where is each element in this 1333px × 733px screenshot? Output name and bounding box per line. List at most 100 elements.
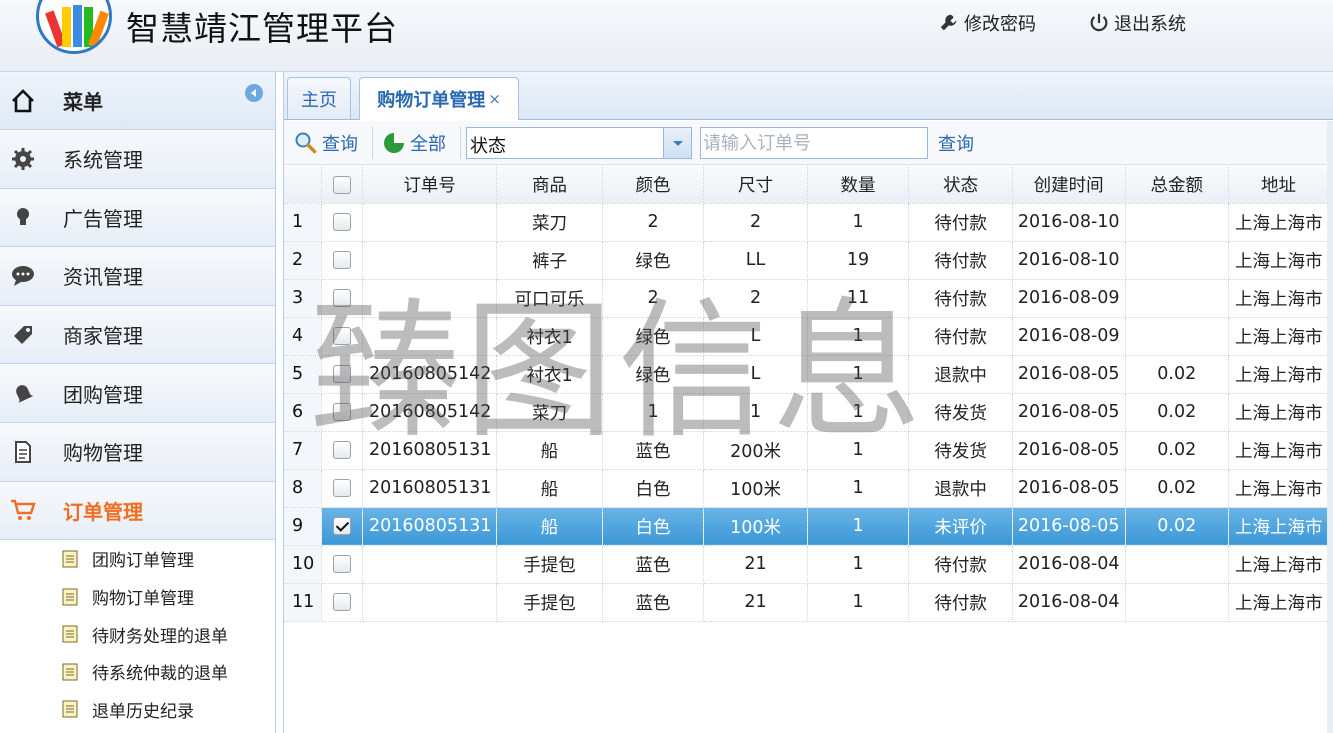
logout-button[interactable]: 退出系统 [1088, 10, 1186, 36]
app-header: 智慧靖江管理平台 修改密码 退出系统 [0, 0, 1333, 72]
sidebar-item-label: 订单管理 [63, 499, 143, 524]
table-row[interactable]: 5 20160805142 衬衣1 绿色 L 1 退款中 2016-08-05 0.02 上海上海… [284, 355, 1329, 394]
table-row[interactable]: 6 20160805142 菜刀 1 1 1 待发货 2016-08-05 0.02 上海上海市 [284, 393, 1329, 432]
order-number-cell [362, 203, 498, 242]
color-cell: 绿色 [602, 241, 705, 280]
size-cell: 2 [703, 279, 808, 318]
status-cell: 退款中 [908, 355, 1013, 394]
toolbar-divider [460, 127, 461, 159]
chevron-down-icon[interactable] [663, 128, 691, 158]
column-header[interactable]: 商品 [496, 167, 603, 204]
quantity-cell: 1 [807, 393, 910, 432]
row-number: 6 [284, 393, 323, 432]
table-row[interactable]: 3 可口可乐 2 2 11 待付款 2016-08-09 上海上海市 [284, 279, 1329, 318]
change-password-button[interactable]: 修改密码 [938, 10, 1036, 36]
total-amount-cell: 0.02 [1125, 355, 1230, 394]
row-checkbox-cell [321, 279, 363, 318]
table-row[interactable]: 9 20160805131 船白色 100米 1 未评价 2016-08-05 0.02 上海上… [284, 507, 1329, 546]
row-checkbox[interactable] [333, 555, 352, 573]
show-all-button[interactable]: 全部 [382, 128, 446, 158]
column-header[interactable]: 总金额 [1125, 167, 1230, 204]
search-button[interactable]: 查询 [938, 128, 974, 158]
row-checkbox-cell [321, 393, 363, 432]
address-cell: 上海上海市 [1228, 507, 1329, 546]
lightbulb-icon [4, 198, 42, 236]
submenu-item[interactable]: 购物订单管理 [0, 578, 275, 616]
submenu-item[interactable]: 退单历史纪录 [0, 691, 275, 729]
product-cell: 裤子 [496, 241, 603, 280]
column-header[interactable]: 数量 [807, 167, 910, 204]
status-cell: 待付款 [908, 203, 1013, 242]
document-icon [4, 433, 42, 471]
column-header[interactable]: 地址 [1228, 167, 1329, 204]
color-cell: 白色 [602, 507, 705, 546]
select-all-checkbox[interactable] [333, 175, 352, 194]
row-checkbox[interactable] [333, 289, 352, 307]
row-checkbox[interactable] [333, 403, 352, 421]
created-date-cell: 2016-08-04 [1012, 545, 1126, 584]
color-cell: 白色 [602, 469, 705, 508]
table-row[interactable]: 2 裤子 绿色 LL 19 待付款 2016-08-10 上海上海市 [284, 241, 1329, 280]
document-icon [62, 588, 78, 606]
row-number: 2 [284, 241, 323, 280]
submenu-item-label: 退单历史纪录 [92, 701, 194, 722]
tab-home[interactable]: 主页 [287, 77, 351, 119]
row-checkbox[interactable] [333, 327, 352, 345]
column-header[interactable]: 颜色 [602, 167, 705, 204]
document-icon [62, 663, 78, 681]
tab-home-label: 主页 [301, 89, 337, 111]
row-checkbox[interactable] [333, 213, 352, 231]
table-header-row: 订单号 商品 颜色 尺寸 数量 状态 创建时间 总金额 地址 [284, 167, 1329, 204]
submenu-item[interactable]: 团购订单管理 [0, 540, 275, 578]
table-row[interactable]: 11 手提包 蓝色 21 1 待付款 2016-08-04 上海上海市 [284, 583, 1329, 622]
total-amount-cell [1125, 241, 1230, 280]
query-button[interactable]: 查询 [294, 128, 358, 158]
table-row[interactable]: 8 20160805131 船白色 100米 1 退款中 2016-08-05 0.02 上海上… [284, 469, 1329, 508]
submenu-item[interactable]: 待系统仲裁的退单 [0, 653, 275, 691]
table-row[interactable]: 7 20160805131 船蓝色 200米 1 待发货 2016-08-05 0.02 上海上… [284, 431, 1329, 470]
sidebar-item[interactable]: 系统管理 [0, 130, 275, 189]
order-number-input[interactable] [700, 127, 928, 159]
row-number: 8 [284, 469, 323, 508]
table-row[interactable]: 1 菜刀 2 2 1 待付款 2016-08-10 上海上海市 [284, 203, 1329, 242]
row-checkbox[interactable] [333, 441, 352, 459]
sidebar-item[interactable]: 资讯管理 [0, 247, 275, 306]
row-checkbox[interactable] [333, 251, 352, 269]
table-row[interactable]: 10 手提包 蓝色 21 1 待付款 2016-08-04 上海上海市 [284, 545, 1329, 584]
total-amount-cell: 0.02 [1125, 507, 1230, 546]
table-row[interactable]: 4 衬衣1 绿色 L 1 待付款 2016-08-09 上海上海市 [284, 317, 1329, 356]
sidebar-item[interactable]: 订单管理 [0, 481, 275, 541]
column-header[interactable]: 尺寸 [703, 167, 808, 204]
row-checkbox[interactable] [333, 593, 352, 611]
column-header[interactable]: 创建时间 [1012, 167, 1126, 204]
toolbar-divider [372, 127, 373, 159]
row-checkbox[interactable] [333, 517, 352, 535]
sidebar-item-label: 团购管理 [63, 382, 143, 407]
status-cell: 待付款 [908, 545, 1013, 584]
address-cell: 上海上海市 [1228, 241, 1329, 280]
vertical-scrollbar[interactable] [1327, 121, 1333, 733]
sidebar-item[interactable]: 广告管理 [0, 188, 275, 248]
collapse-sidebar-icon[interactable] [245, 84, 263, 102]
sidebar-item-label: 资讯管理 [63, 265, 143, 290]
sidebar-item[interactable]: 团购管理 [0, 364, 275, 423]
tab-shopping-orders[interactable]: 购物订单管理 × [359, 77, 519, 120]
sidebar-item[interactable]: 购物管理 [0, 422, 275, 482]
bell-icon [4, 374, 42, 412]
created-date-cell: 2016-08-10 [1012, 241, 1126, 280]
column-header[interactable]: 订单号 [362, 167, 498, 204]
total-amount-cell: 0.02 [1125, 469, 1230, 508]
row-checkbox[interactable] [333, 479, 352, 497]
row-checkbox[interactable] [333, 365, 352, 383]
submenu-item[interactable]: 待财务处理的退单 [0, 615, 275, 653]
row-number: 5 [284, 355, 323, 394]
status-dropdown[interactable]: 状态 [466, 127, 692, 159]
order-number-cell [362, 279, 498, 318]
total-amount-cell: 0.02 [1125, 393, 1230, 432]
column-header[interactable]: 状态 [908, 167, 1013, 204]
product-cell: 船 [496, 507, 603, 546]
sidebar-item-label: 购物管理 [63, 441, 143, 466]
close-tab-icon[interactable]: × [488, 90, 501, 108]
created-date-cell: 2016-08-09 [1012, 279, 1126, 318]
sidebar-item[interactable]: 商家管理 [0, 305, 275, 365]
